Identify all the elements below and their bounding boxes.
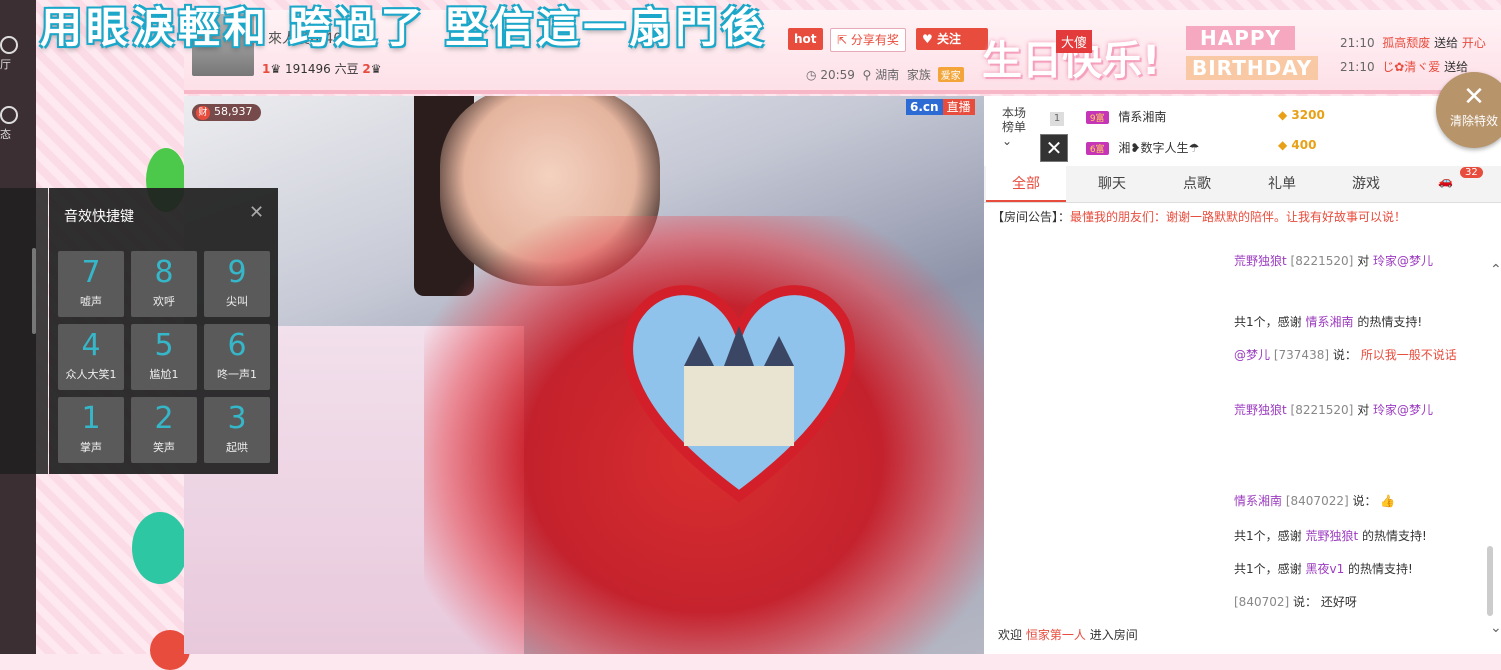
video-player[interactable]: 财 58,937 6.cn 直播 xyxy=(184,96,984,654)
rank-row[interactable]: 6富 湘❥数字人生☂ ◆ 400 xyxy=(1050,138,1316,156)
sfx-key-9[interactable]: 9 尖叫 xyxy=(204,251,270,317)
thumbs-up-icon: 👍 xyxy=(1380,494,1396,508)
share-icon: ⇱ xyxy=(837,33,848,47)
crown-icon: ♛ xyxy=(270,62,282,76)
heart-icon: ♥ xyxy=(922,32,933,46)
gift-log-row: 21:10 じ✿清ヾ爱 送给 xyxy=(1340,60,1469,74)
close-icon[interactable]: ✕ xyxy=(249,202,264,223)
close-icon[interactable]: ✕ xyxy=(1040,134,1068,162)
sfx-key-1[interactable]: 1 掌声 xyxy=(58,397,124,463)
sound-effect-panel: 音效快捷键 ✕ 7 嘘声 8 欢呼 9 尖叫 4 众人大笑1 5 尴尬1 6 咚一声1 1掌… xyxy=(49,188,278,474)
family-badge[interactable]: 爱家 xyxy=(937,67,964,82)
nav-item-hall[interactable]: 厅 xyxy=(0,36,36,72)
sfx-key-5[interactable]: 5 尴尬1 xyxy=(131,324,197,390)
sfx-key-6[interactable]: 6 咚一声1 xyxy=(204,324,270,390)
chat-message: @梦儿 [737438] 说： 所以我一般不说话 xyxy=(1234,348,1457,362)
location-icon: ⚲ xyxy=(862,68,872,82)
tab-all[interactable]: 全部 xyxy=(986,166,1066,202)
chat-message: 荒野独狼t [8221520] 对 玲家@梦儿 xyxy=(1234,254,1434,268)
room-info: ◷ 20:59 ⚲ 湖南 家族 爱家 xyxy=(806,66,964,83)
sfx-key-4[interactable]: 4 众人大笑1 xyxy=(58,324,124,390)
coin-count-badge: 财 58,937 xyxy=(192,104,261,121)
tab-song[interactable]: 点歌 xyxy=(1157,166,1237,200)
chat-message: 荒野独狼t [8221520] 对 玲家@梦儿 xyxy=(1234,403,1434,417)
sfx-side-strip xyxy=(0,188,48,474)
compass-icon xyxy=(0,106,18,124)
balloon-decoration xyxy=(132,512,188,584)
sfx-key-2[interactable]: 2 笑声 xyxy=(131,397,197,463)
gift-log-row: 21:10 孤高颓废 送给 开心 xyxy=(1340,36,1486,50)
anchor-level: 1♛ 191496 六豆 2♛ xyxy=(262,62,382,76)
chat-panel: 本场榜单 ⌄ 1 9富 情系湘南 ◆ 3200 6富 湘❥数字人生☂ ◆ 400 … xyxy=(984,96,1501,654)
rank-title[interactable]: 本场榜单 ⌄ xyxy=(1002,106,1032,148)
clock-icon: ◷ xyxy=(806,68,817,82)
chat-message: 情系湘南 [8407022] 说： 👍 xyxy=(1234,494,1396,508)
close-icon: ✕ xyxy=(1463,82,1485,112)
chevron-up-icon[interactable]: ⌃ xyxy=(1490,262,1501,278)
chat-message: 欢迎 恒家第一人 进入房间 xyxy=(998,628,1138,642)
chevron-down-icon: ⌄ xyxy=(1002,134,1013,148)
tab-gift-list[interactable]: 礼单 xyxy=(1242,166,1322,200)
chat-message: 共1个，感谢 黑夜v1 的热情支持! xyxy=(1234,562,1413,576)
chat-tabs: 全部 聊天 点歌 礼单 游戏 🚗 32 xyxy=(984,166,1501,203)
chat-message: 共1个，感谢 情系湘南 的热情支持! xyxy=(1234,315,1423,329)
sfx-panel-title: 音效快捷键 xyxy=(64,209,134,225)
car-count-badge: 32 xyxy=(1460,167,1483,178)
coin-icon: ◆ xyxy=(1278,108,1288,122)
headline-overlay-text: 用眼淚輕和 跨過了 堅信這一扇門後 xyxy=(40,3,768,52)
sfx-key-7[interactable]: 7 嘘声 xyxy=(58,251,124,317)
heart-frame xyxy=(623,285,855,503)
car-icon[interactable]: 🚗 xyxy=(1438,174,1453,188)
live-badge: 6.cn 直播 xyxy=(906,98,975,115)
nav-item-status[interactable]: 态 xyxy=(0,106,36,142)
tab-chat[interactable]: 聊天 xyxy=(1072,166,1152,200)
room-notice: 【房间公告】：最懂我的朋友们：谢谢一路默默的陪伴。让我有好故事可以说！ xyxy=(992,210,1407,224)
home-icon xyxy=(0,36,18,54)
scrollbar[interactable] xyxy=(32,248,36,334)
rank-row[interactable]: 1 9富 情系湘南 ◆ 3200 xyxy=(1050,108,1325,126)
hot-badge: hot xyxy=(788,28,823,50)
chat-scrollbar-thumb[interactable] xyxy=(1487,546,1493,616)
chat-message: [840702] 说： 还好呀 xyxy=(1234,595,1357,609)
crown-icon: ♛ xyxy=(370,62,382,76)
happy-text: HAPPY xyxy=(1186,26,1296,50)
chevron-down-icon[interactable]: ⌄ xyxy=(1490,620,1501,636)
birthday-flag: 大傻 xyxy=(1056,30,1093,53)
birthday-banner: 生日快乐! 大傻 HAPPY BIRTHDAY xyxy=(976,16,1336,86)
tab-game[interactable]: 游戏 xyxy=(1326,166,1406,200)
birthday-en-text: BIRTHDAY xyxy=(1186,56,1319,80)
share-button[interactable]: ⇱ 分享有奖 xyxy=(830,28,906,52)
coin-icon: ◆ xyxy=(1278,138,1288,152)
sfx-key-3[interactable]: 3 起哄 xyxy=(204,397,270,463)
sfx-key-8[interactable]: 8 欢呼 xyxy=(131,251,197,317)
chat-message: 共1个，感谢 荒野独狼t 的热情支持! xyxy=(1234,529,1427,543)
gift-effect-animation xyxy=(424,216,984,654)
